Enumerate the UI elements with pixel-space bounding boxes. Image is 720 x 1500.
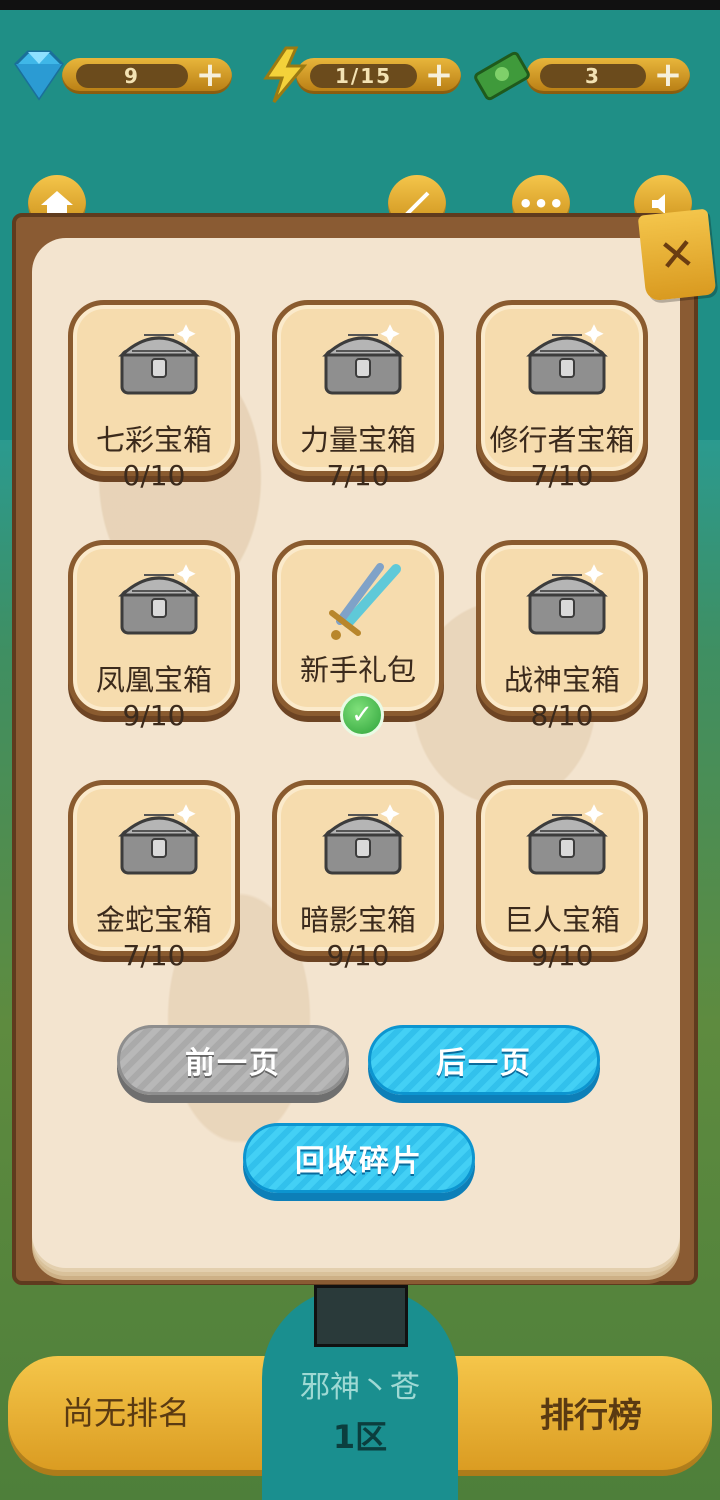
tile-count: 7/10: [326, 459, 390, 492]
cash-counter: 3 +: [472, 44, 694, 104]
lightning-icon: [263, 46, 308, 103]
next-page-button[interactable]: 后一页: [368, 1025, 600, 1095]
chest-icon: [522, 321, 612, 401]
tile-count: 9/10: [122, 699, 186, 732]
close-button[interactable]: ✕: [637, 208, 717, 302]
tile-count: 9/10: [326, 939, 390, 972]
chest-tile[interactable]: 战神宝箱 8/10: [476, 540, 648, 732]
cash-icon: [474, 51, 530, 101]
chest-tile[interactable]: 力量宝箱 7/10: [272, 300, 444, 492]
my-rank-label: 尚无排名: [62, 1394, 191, 1432]
chest-tile[interactable]: 修行者宝箱 7/10: [476, 300, 648, 492]
tile-name: 凤凰宝箱: [95, 663, 212, 697]
tile-name: 修行者宝箱: [489, 423, 635, 457]
claimed-check-icon: ✓: [340, 693, 384, 737]
chest-tile[interactable]: 暗影宝箱 9/10: [272, 780, 444, 972]
chest-icon: [114, 801, 204, 881]
tile-name: 战神宝箱: [503, 663, 620, 697]
prev-page-button[interactable]: 前一页: [117, 1025, 349, 1095]
gems-counter: 9 +: [8, 44, 233, 104]
chest-tile[interactable]: 巨人宝箱 9/10: [476, 780, 648, 972]
chest-icon: [114, 561, 204, 641]
add-cash-button[interactable]: +: [652, 58, 684, 92]
sword-icon: [318, 561, 408, 641]
energy-counter: 1/15 +: [256, 44, 466, 104]
chest-icon: [114, 321, 204, 401]
recycle-fragments-button[interactable]: 回收碎片: [243, 1123, 475, 1193]
energy-value: 1/15: [310, 64, 417, 88]
chest-tile[interactable]: 七彩宝箱 0/10: [68, 300, 240, 492]
diamond-icon: [14, 50, 64, 101]
tile-name: 力量宝箱: [299, 423, 416, 457]
chest-icon: [318, 321, 408, 401]
add-gems-button[interactable]: +: [194, 58, 226, 92]
chest-icon: [522, 561, 612, 641]
tile-name: 金蛇宝箱: [95, 903, 212, 937]
tile-name: 暗影宝箱: [299, 903, 416, 937]
tile-count: 8/10: [530, 699, 594, 732]
tile-count: 9/10: [530, 939, 594, 972]
leaderboard-button[interactable]: 排行榜: [540, 1388, 642, 1437]
player-name: 邪神丶苍: [300, 1370, 420, 1405]
tile-name: 新手礼包: [299, 653, 416, 687]
tile-count: 0/10: [122, 459, 186, 492]
starter-pack-tile[interactable]: 新手礼包 ✓: [272, 540, 444, 737]
gems-value: 9: [76, 64, 188, 88]
status-strip: [0, 0, 720, 10]
add-energy-button[interactable]: +: [423, 58, 455, 92]
avatar[interactable]: [314, 1285, 408, 1347]
tile-name: 七彩宝箱: [95, 423, 212, 457]
tile-count: 7/10: [530, 459, 594, 492]
chest-icon: [318, 801, 408, 881]
tile-count: 7/10: [122, 939, 186, 972]
chest-tile[interactable]: 金蛇宝箱 7/10: [68, 780, 240, 972]
server-label: 1区: [332, 1418, 388, 1456]
chest-tile[interactable]: 凤凰宝箱 9/10: [68, 540, 240, 732]
chest-icon: [522, 801, 612, 881]
tile-name: 巨人宝箱: [503, 903, 620, 937]
cash-value: 3: [540, 64, 646, 88]
